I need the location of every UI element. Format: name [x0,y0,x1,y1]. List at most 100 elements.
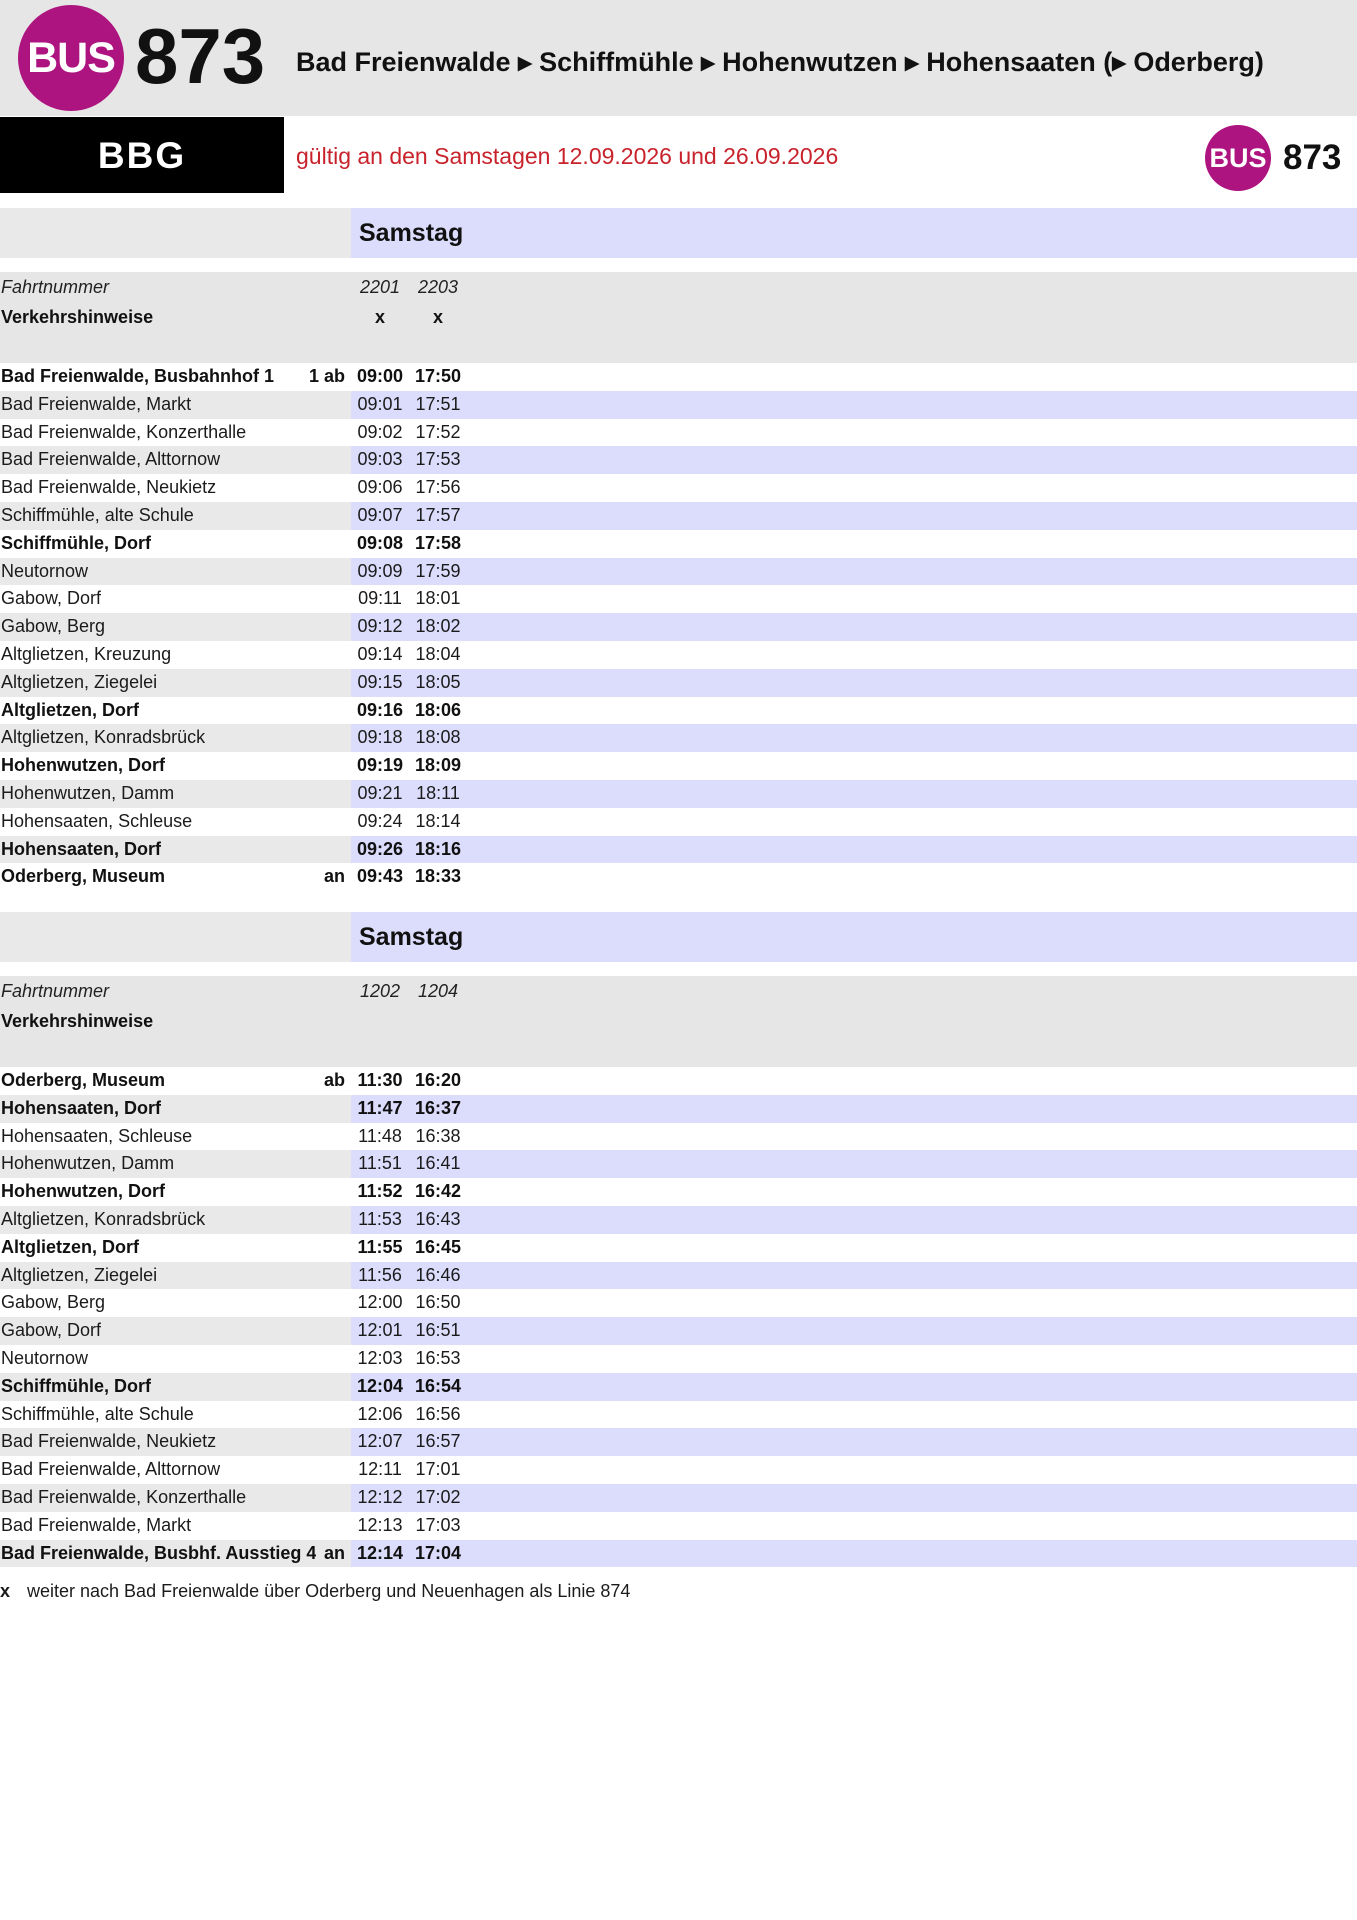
departure-time: 09:00 [356,366,404,386]
stop-name-cell: Altglietzen, Kreuzung [0,641,351,669]
stop-row: Gabow, Dorf 09:11 18:01 [0,585,1357,613]
row-filler [467,1067,1357,1095]
stop-row: Schiffmühle, alte Schule 09:07 17:57 [0,501,1357,530]
timetable-page: BUS 873 Bad Freienwalde ▸ Schiffmühle ▸ … [0,0,1357,1920]
departure-time: 18:02 [415,616,461,637]
stop-marker [341,641,345,669]
row-filler [467,697,1357,725]
stop-marker [341,1234,345,1262]
day-header: Samstag [0,208,1357,258]
departure-time: 11:47 [357,1097,403,1118]
departure-time: 12:14 [356,1542,404,1563]
timetable-section-return: Samstag Fahrtnummer 1202 1204 Verkehrshi… [0,912,1357,1568]
stop-name: Hohensaaten, Dorf [1,838,162,859]
departure-time: 09:09 [357,560,403,581]
departure-time: 18:04 [415,643,461,664]
row-filler [467,724,1357,752]
day-label: Samstag [351,208,1357,258]
route-title: Bad Freienwalde ▸ Schiffmühle ▸ Hohenwut… [296,47,1264,77]
departure-time: 09:43 [356,866,404,887]
row-filler [467,836,1357,864]
bus-logo-icon: BUS [18,5,124,111]
departure-time: 09:07 [357,504,403,525]
stop-name-cell: Bad Freienwalde, Alttornow [0,1456,351,1484]
stop-name-cell: Bad Freienwalde, Konzerthalle [0,419,351,447]
stop-name: Hohensaaten, Schleuse [1,1125,193,1146]
stop-name-cell: Gabow, Dorf [0,585,351,613]
stop-name: Bad Freienwalde, Busbahnhof 1 [1,366,275,386]
stop-name-cell: Altglietzen, Dorf [0,1234,351,1262]
row-filler [467,1150,1357,1178]
stop-row: Oderberg, Museum ab 11:30 16:20 [0,1067,1357,1095]
stop-row: Altglietzen, Dorf 11:55 16:45 [0,1234,1357,1262]
departure-time: 11:56 [358,1264,402,1285]
departure-time: 16:37 [414,1097,462,1118]
row-filler [467,780,1357,808]
stop-marker [341,1317,345,1345]
stop-name: Bad Freienwalde, Busbhf. Ausstieg 4 [1,1542,317,1563]
stop-row: Oderberg, Museum an 09:43 18:33 [0,863,1357,891]
row-filler [467,1234,1357,1262]
stop-name: Neutornow [1,560,89,581]
stop-marker [341,474,345,502]
row-filler [467,1123,1357,1151]
stop-marker [341,752,345,780]
stop-marker [341,836,345,864]
row-filler [467,641,1357,669]
departure-time: 09:24 [357,810,403,831]
departure-time: 17:52 [415,421,461,442]
stop-marker [341,1428,345,1456]
day-header-spacer [0,912,351,962]
departure-time: 17:04 [414,1542,462,1563]
row-filler [467,419,1357,447]
departure-time: 16:51 [415,1320,461,1341]
departure-time: 09:19 [356,755,404,776]
stop-name: Bad Freienwalde, Neukietz [1,477,217,498]
day-header-spacer [0,208,351,258]
stop-marker [341,1512,345,1540]
stop-name-cell: Altglietzen, Ziegelei [0,668,351,697]
departure-time: 18:08 [415,727,461,748]
stop-marker [341,1401,345,1429]
stop-marker [341,446,345,474]
departure-time: 16:46 [415,1264,461,1285]
departure-time: 18:11 [416,782,460,803]
stop-row: Neutornow 12:03 16:53 [0,1345,1357,1373]
stop-marker: an [323,866,345,887]
departure-time: 16:45 [414,1236,462,1257]
trip-number: 1204 [417,981,459,1001]
stop-name-cell: Hohensaaten, Schleuse [0,808,351,836]
stop-name-cell: Bad Freienwalde, Busbahnhof 1 1 ab [0,363,351,391]
stop-marker [341,808,345,836]
traffic-notes-row: Verkehrshinweise [0,1006,1357,1036]
stop-name: Schiffmühle, Dorf [1,1375,152,1396]
stop-name-cell: Altglietzen, Konradsbrück [0,724,351,753]
stop-name: Schiffmühle, alte Schule [1,504,194,525]
stop-marker [341,697,345,725]
trip-number-label: Fahrtnummer [1,981,110,1001]
stop-marker [341,1484,345,1512]
stop-row: Hohenwutzen, Dorf 09:19 18:09 [0,752,1357,780]
stop-name-cell: Gabow, Berg [0,1289,351,1317]
stop-marker [341,1095,345,1123]
trip-note: x [432,307,443,327]
departure-time: 18:06 [414,699,462,720]
row-filler [467,1262,1357,1290]
departure-time: 12:12 [357,1486,403,1507]
stop-name-cell: Gabow, Berg [0,613,351,641]
departure-time: 17:01 [415,1459,461,1480]
departure-time: 09:01 [357,393,403,414]
row-filler [467,530,1357,558]
stop-marker [341,1289,345,1317]
row-filler [467,1484,1357,1512]
stop-row: Bad Freienwalde, Neukietz 09:06 17:56 [0,474,1357,502]
departure-time: 09:14 [357,643,403,664]
stop-name: Bad Freienwalde, Konzerthalle [1,421,247,442]
stop-marker [341,780,345,808]
stop-row: Hohensaaten, Schleuse 09:24 18:14 [0,808,1357,836]
stop-name: Schiffmühle, alte Schule [1,1403,194,1424]
departure-time: 17:59 [415,560,461,581]
row-filler [467,808,1357,836]
departure-time: 09:21 [357,782,403,803]
stop-name-cell: Bad Freienwalde, Alttornow [0,446,351,475]
